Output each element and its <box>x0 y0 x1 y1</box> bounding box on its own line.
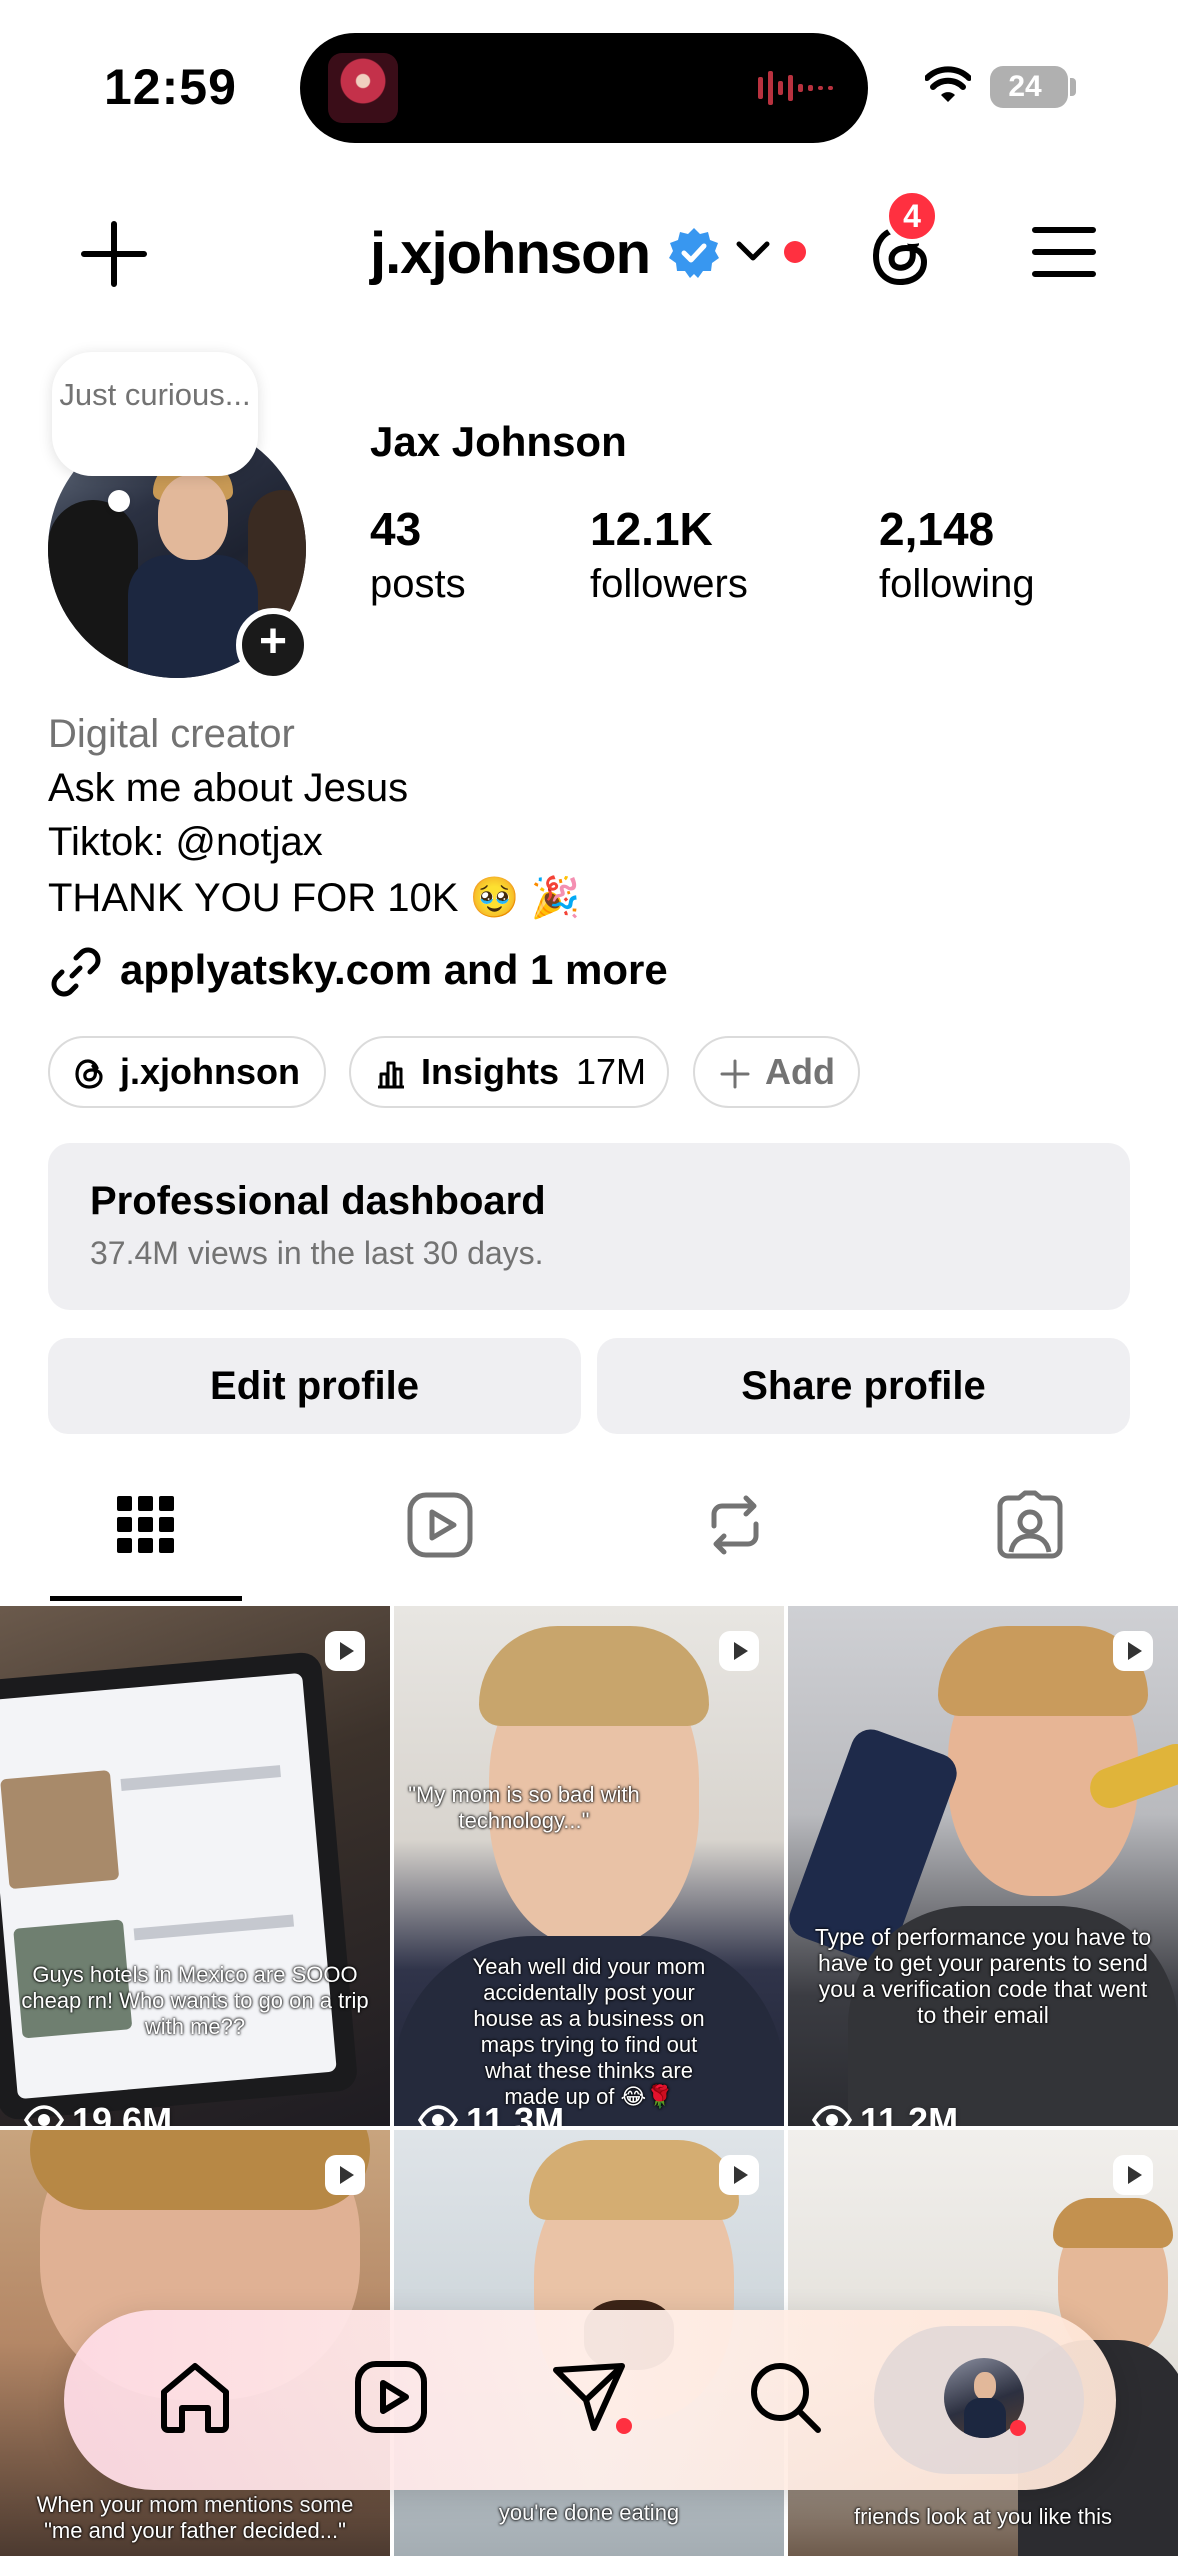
battery-level: 24 <box>1008 70 1042 103</box>
grid-tab-icon[interactable] <box>111 1490 181 1560</box>
active-tab-indicator <box>50 1596 242 1601</box>
bar-chart-icon <box>378 1061 404 1089</box>
tagged-tab-icon[interactable] <box>995 1490 1065 1560</box>
post-caption: When your mom mentions some "me and your… <box>36 2492 354 2543</box>
dashboard-subtitle: 37.4M views in the last 30 days. <box>90 1235 544 1271</box>
profile-full-name: Jax Johnson <box>370 418 627 465</box>
note-bubble-tail <box>108 490 130 512</box>
post-caption: Guys hotels in Mexico are SOOO cheap rn!… <box>21 1962 369 2039</box>
views-eye-icon <box>812 2105 852 2126</box>
dynamic-island[interactable] <box>300 33 868 143</box>
add-story-button[interactable]: + <box>236 608 310 682</box>
dashboard-title: Professional dashboard <box>90 1179 546 1223</box>
reel-icon <box>1113 2155 1153 2195</box>
status-bar: 12:59 24 <box>0 0 1179 170</box>
account-username[interactable]: j.xjohnson <box>370 220 651 287</box>
post-caption: you're done eating <box>498 2500 680 2525</box>
battery-nub <box>1070 78 1076 96</box>
stat-following-label: following <box>879 562 1035 606</box>
bio-link-text[interactable]: applyatsky.com and 1 more <box>120 946 668 994</box>
verified-badge-icon <box>669 228 719 278</box>
link-icon <box>51 947 101 997</box>
views-eye-icon <box>418 2105 458 2126</box>
account-switch-dot <box>784 241 806 263</box>
add-chip[interactable]: Add <box>693 1036 860 1108</box>
stat-following-value: 2,148 <box>879 503 995 555</box>
reel-icon <box>1113 1631 1153 1671</box>
status-time: 12:59 <box>104 59 237 115</box>
bio-line: THANK YOU FOR 10K 🥹 🎉 <box>48 876 581 920</box>
bio-category: Digital creator <box>48 712 295 756</box>
threads-icon <box>75 1059 103 1089</box>
stat-posts[interactable]: 43 posts <box>370 500 466 610</box>
create-plus-icon[interactable] <box>80 220 148 288</box>
battery-icon: 24 <box>990 66 1068 108</box>
insights-chip[interactable]: Insights 17M <box>349 1036 669 1108</box>
share-profile-button[interactable]: Share profile <box>597 1338 1130 1434</box>
reel-icon <box>325 2155 365 2195</box>
audio-waveform-icon <box>758 71 833 105</box>
insights-chip-value: 17M <box>576 1051 647 1092</box>
views-eye-icon <box>24 2105 64 2126</box>
insights-chip-label: Insights <box>421 1051 560 1092</box>
post-caption: Type of performance you have to have to … <box>814 1924 1152 2028</box>
professional-dashboard[interactable]: Professional dashboard 37.4M views in th… <box>48 1143 1130 1310</box>
stat-followers-value: 12.1K <box>590 503 713 555</box>
stat-following[interactable]: 2,148 following <box>879 500 1035 610</box>
reel-icon <box>719 2155 759 2195</box>
post-caption-top: "My mom is so bad with technology..." <box>408 1782 640 1833</box>
threads-profile-chip[interactable]: j.xjohnson <box>48 1036 326 1108</box>
reel-icon <box>719 1631 759 1671</box>
stat-posts-label: posts <box>370 562 466 606</box>
post-tile[interactable]: Guys hotels in Mexico are SOOO cheap rn!… <box>0 1606 390 2126</box>
messages-notification-dot <box>616 2418 632 2434</box>
bio-line: Ask me about Jesus <box>48 766 409 810</box>
stat-followers-label: followers <box>590 562 748 606</box>
stat-followers[interactable]: 12.1K followers <box>590 500 748 610</box>
menu-hamburger-icon[interactable] <box>1032 224 1096 280</box>
bio-line: Tiktok: @notjax <box>48 820 323 864</box>
wifi-icon <box>925 66 971 102</box>
post-tile[interactable]: "My mom is so bad with technology..." Ye… <box>394 1606 784 2126</box>
reel-icon <box>325 1631 365 1671</box>
reels-icon[interactable] <box>350 2356 432 2438</box>
reels-tab-icon[interactable] <box>405 1490 475 1560</box>
search-icon[interactable] <box>744 2356 826 2438</box>
profile-notification-dot <box>1010 2420 1026 2436</box>
profile-note-bubble[interactable]: Just curious... <box>52 352 258 476</box>
stat-posts-value: 43 <box>370 503 422 555</box>
post-tile[interactable]: Type of performance you have to have to … <box>788 1606 1178 2126</box>
threads-chip-label: j.xjohnson <box>120 1051 300 1092</box>
post-caption: Yeah well did your mom accidentally post… <box>472 1954 706 2109</box>
add-chip-label: Add <box>765 1051 835 1092</box>
notification-count-badge: 4 <box>884 188 940 244</box>
post-caption: friends look at you like this <box>853 2504 1113 2529</box>
home-icon[interactable] <box>154 2356 236 2438</box>
reposts-tab-icon[interactable] <box>700 1490 770 1560</box>
edit-profile-button[interactable]: Edit profile <box>48 1338 581 1434</box>
plus-icon <box>720 1059 750 1089</box>
now-playing-artwork <box>328 53 398 123</box>
chevron-down-icon[interactable] <box>735 238 771 266</box>
